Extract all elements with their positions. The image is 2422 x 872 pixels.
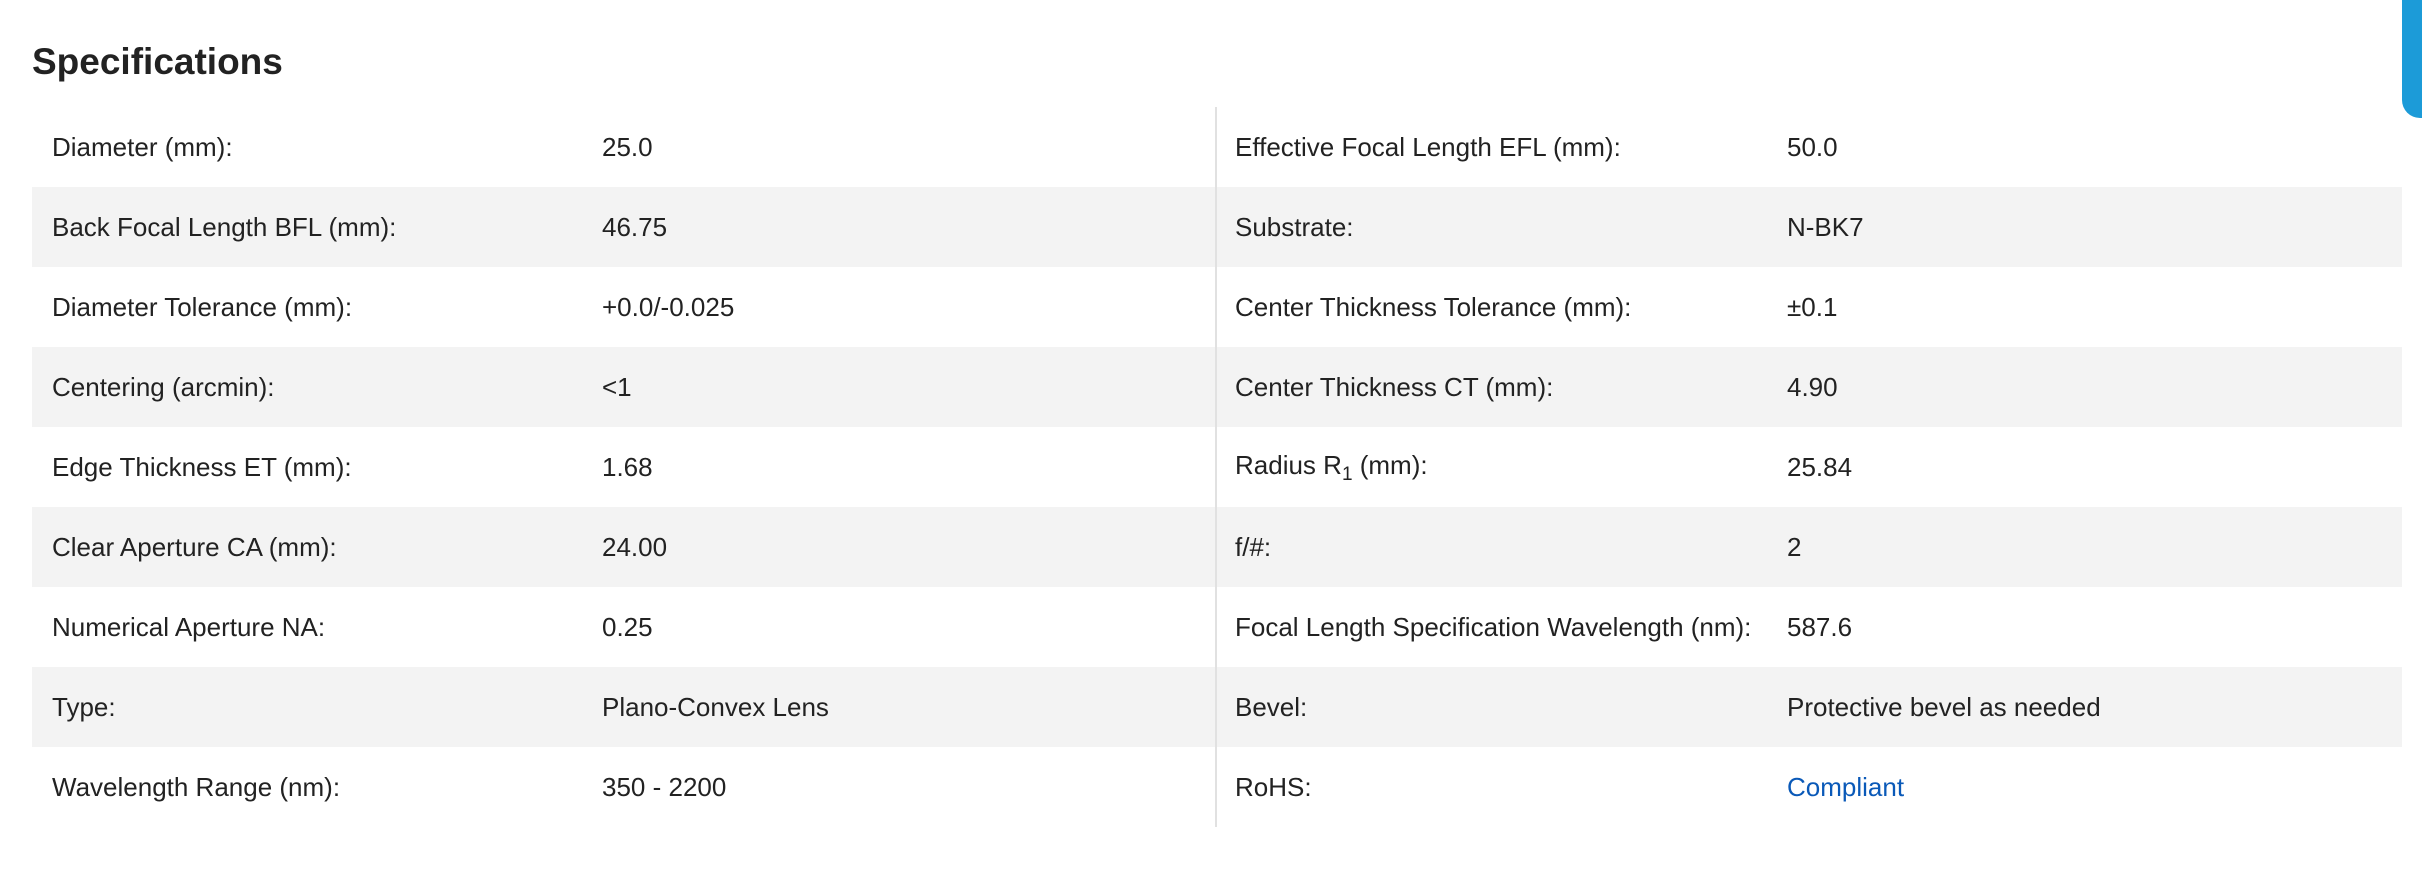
spec-value: 25.84 <box>1787 452 1853 482</box>
spec-value: 50.0 <box>1787 132 1838 162</box>
spec-row-edge-thickness: Edge Thickness ET (mm): 1.68 <box>32 427 1215 507</box>
spec-row-diameter-tolerance: Diameter Tolerance (mm): +0.0/-0.025 <box>32 267 1215 347</box>
spec-label: Diameter (mm): <box>52 132 233 162</box>
side-feedback-tab[interactable] <box>2402 0 2422 118</box>
spec-row-focal-length-wavelength: Focal Length Specification Wavelength (n… <box>1217 587 2402 667</box>
spec-row-substrate: Substrate: N-BK7 <box>1217 187 2402 267</box>
spec-row-centering: Centering (arcmin): <1 <box>32 347 1215 427</box>
spec-label: Centering (arcmin): <box>52 372 275 402</box>
spec-value: 24.00 <box>602 532 668 562</box>
spec-value: 46.75 <box>602 212 668 242</box>
radius-label-prefix: Radius R <box>1235 450 1342 480</box>
spec-row-radius: Radius R1 (mm): 25.84 <box>1217 427 2402 507</box>
specs-column-right: Effective Focal Length EFL (mm): 50.0 Su… <box>1217 107 2402 827</box>
radius-label-suffix: (mm): <box>1352 450 1428 480</box>
spec-label: Clear Aperture CA (mm): <box>52 532 337 562</box>
spec-label: Edge Thickness ET (mm): <box>52 452 352 482</box>
spec-label: Effective Focal Length EFL (mm): <box>1235 132 1621 162</box>
section-title: Specifications <box>32 41 283 82</box>
spec-label: f/#: <box>1235 532 1272 562</box>
spec-row-clear-aperture: Clear Aperture CA (mm): 24.00 <box>32 507 1215 587</box>
spec-row-rohs: RoHS: Compliant <box>1217 747 2402 827</box>
spec-label: Diameter Tolerance (mm): <box>52 292 353 322</box>
spec-row-bevel: Bevel: Protective bevel as needed <box>1217 667 2402 747</box>
spec-label: Numerical Aperture NA: <box>52 612 326 642</box>
rohs-compliant-link[interactable]: Compliant <box>1787 771 2402 803</box>
spec-row-effective-focal-length: Effective Focal Length EFL (mm): 50.0 <box>1217 107 2402 187</box>
spec-row-center-thickness-tolerance: Center Thickness Tolerance (mm): ±0.1 <box>1217 267 2402 347</box>
spec-value: ±0.1 <box>1787 292 1838 322</box>
spec-value: 587.6 <box>1787 612 1853 642</box>
spec-row-diameter: Diameter (mm): 25.0 <box>32 107 1215 187</box>
specs-column-left: Diameter (mm): 25.0 Back Focal Length BF… <box>32 107 1217 827</box>
spec-label: Substrate: <box>1235 212 1354 242</box>
spec-label: Radius R1 (mm): <box>1217 449 1787 485</box>
spec-row-numerical-aperture: Numerical Aperture NA: 0.25 <box>32 587 1215 667</box>
spec-value: 25.0 <box>602 132 653 162</box>
spec-value: +0.0/-0.025 <box>602 292 735 322</box>
spec-value: N-BK7 <box>1787 212 1864 242</box>
spec-row-back-focal-length: Back Focal Length BFL (mm): 46.75 <box>32 187 1215 267</box>
spec-label: Bevel: <box>1235 692 1308 722</box>
radius-label-subscript: 1 <box>1341 464 1353 485</box>
spec-label: Center Thickness CT (mm): <box>1235 372 1554 402</box>
spec-label: Type: <box>52 692 116 722</box>
specifications-page: Specifications Diameter (mm): 25.0 Back … <box>0 0 2422 872</box>
specifications-table: Diameter (mm): 25.0 Back Focal Length BF… <box>32 107 2402 827</box>
spec-label: Focal Length Specification Wavelength (n… <box>1235 612 1752 642</box>
spec-value: <1 <box>602 372 632 402</box>
spec-value: 350 - 2200 <box>602 772 727 802</box>
spec-value: Plano-Convex Lens <box>602 692 829 722</box>
spec-label: Center Thickness Tolerance (mm): <box>1235 292 1632 322</box>
spec-row-wavelength-range: Wavelength Range (nm): 350 - 2200 <box>32 747 1215 827</box>
spec-label: RoHS: <box>1235 772 1312 802</box>
spec-value: 2 <box>1787 532 1802 562</box>
spec-value: 4.90 <box>1787 372 1838 402</box>
spec-value: Protective bevel as needed <box>1787 692 2101 722</box>
spec-value: 0.25 <box>602 612 653 642</box>
spec-row-type: Type: Plano-Convex Lens <box>32 667 1215 747</box>
spec-row-f-number: f/#: 2 <box>1217 507 2402 587</box>
spec-label: Back Focal Length BFL (mm): <box>52 212 397 242</box>
spec-value: 1.68 <box>602 452 653 482</box>
spec-row-center-thickness: Center Thickness CT (mm): 4.90 <box>1217 347 2402 427</box>
spec-label: Wavelength Range (nm): <box>52 772 341 802</box>
